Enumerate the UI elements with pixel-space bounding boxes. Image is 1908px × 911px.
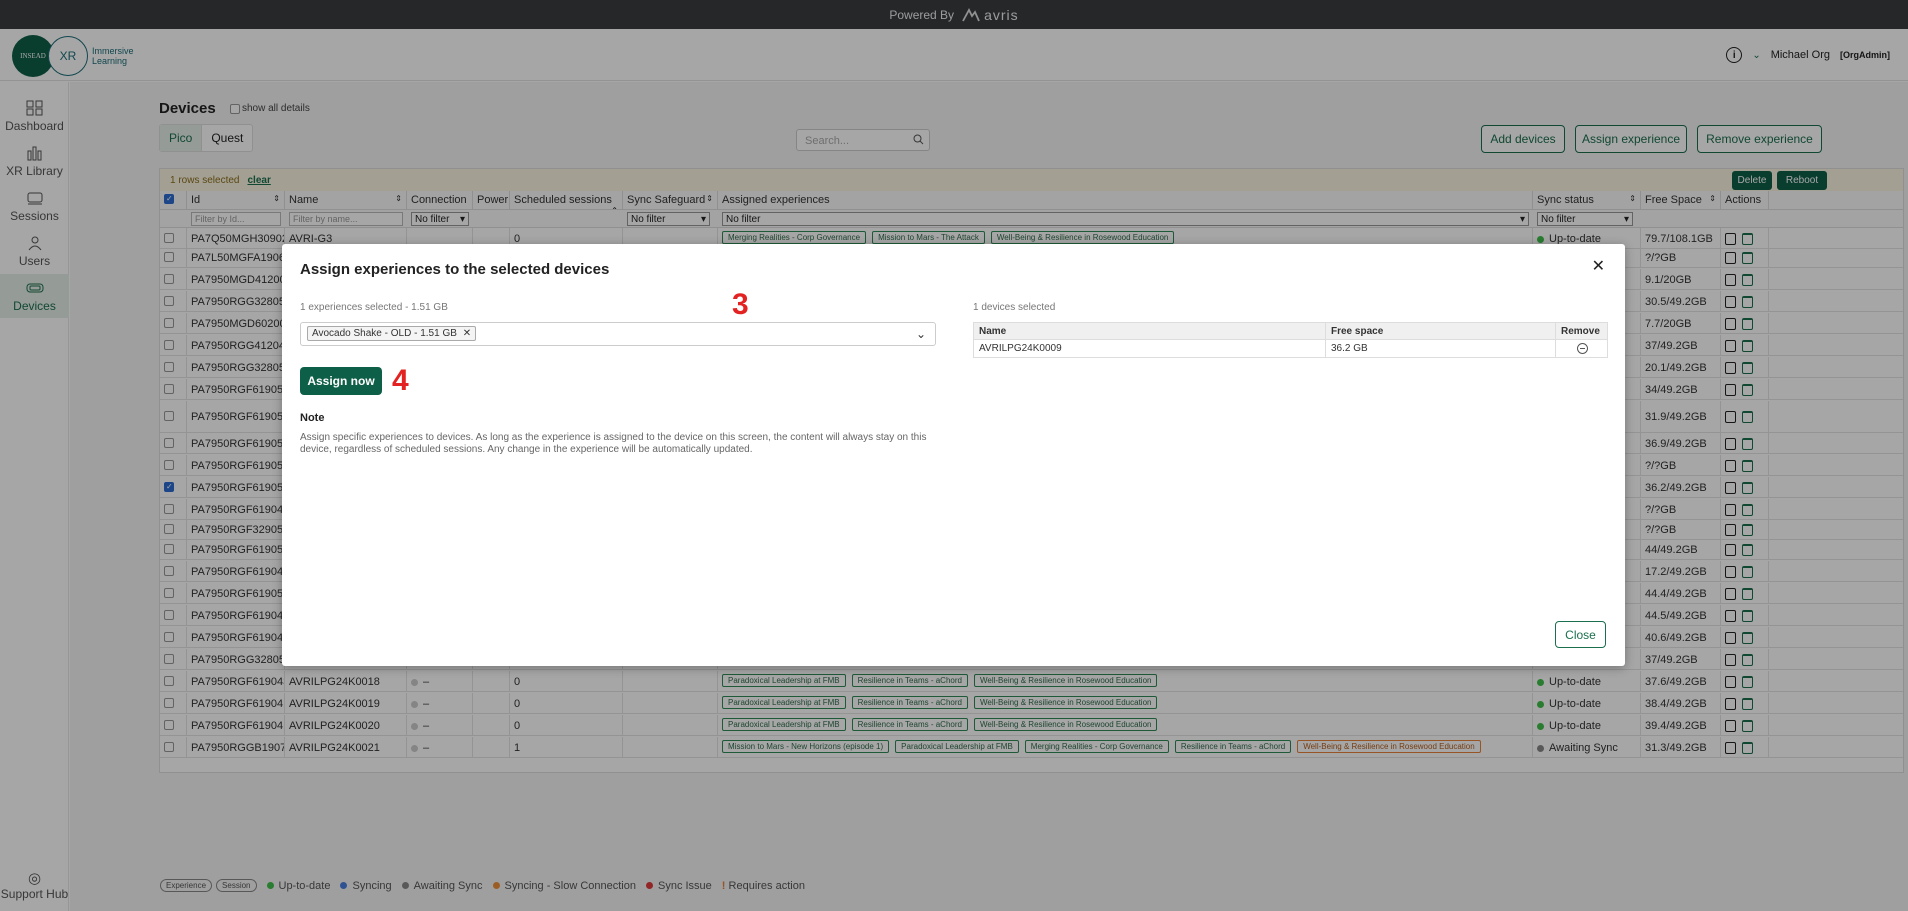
note-heading: Note — [300, 412, 325, 424]
close-button[interactable]: Close — [1555, 621, 1606, 648]
selected-devices-header: Name Free space Remove — [974, 323, 1607, 340]
modal-title: Assign experiences to the selected devic… — [300, 261, 610, 278]
experience-multiselect[interactable]: Avocado Shake - OLD - 1.51 GB ✕ ⌄ — [300, 322, 936, 346]
devices-selected-count: 1 devices selected — [973, 302, 1056, 313]
annotation-step-4: 4 — [392, 364, 409, 397]
selected-experience-label: Avocado Shake - OLD - 1.51 GB — [312, 328, 457, 339]
chevron-down-icon[interactable]: ⌄ — [916, 327, 926, 341]
close-icon[interactable]: ✕ — [1592, 256, 1605, 276]
remove-tag-icon[interactable]: ✕ — [463, 328, 471, 339]
annotation-step-3: 3 — [732, 288, 749, 321]
remove-device-icon[interactable] — [1577, 343, 1588, 354]
column-header-name: Name — [974, 323, 1326, 339]
note-text: Assign specific experiences to devices. … — [300, 432, 927, 455]
device-free-space: 36.2 GB — [1326, 340, 1556, 357]
column-header-remove: Remove — [1561, 326, 1600, 337]
assign-now-button[interactable]: Assign now — [300, 367, 382, 395]
selected-devices-table: Name Free space Remove AVRILPG24K0009 36… — [973, 322, 1608, 358]
assign-experiences-modal: Assign experiences to the selected devic… — [282, 244, 1625, 666]
experiences-selected-count: 1 experiences selected - 1.51 GB — [300, 302, 448, 313]
selected-experience-tag: Avocado Shake - OLD - 1.51 GB ✕ — [307, 326, 477, 341]
device-name: AVRILPG24K0009 — [974, 340, 1326, 357]
selected-device-row: AVRILPG24K0009 36.2 GB — [974, 340, 1607, 357]
column-header-free-space: Free space — [1326, 323, 1556, 339]
remove-cell — [1556, 340, 1609, 357]
